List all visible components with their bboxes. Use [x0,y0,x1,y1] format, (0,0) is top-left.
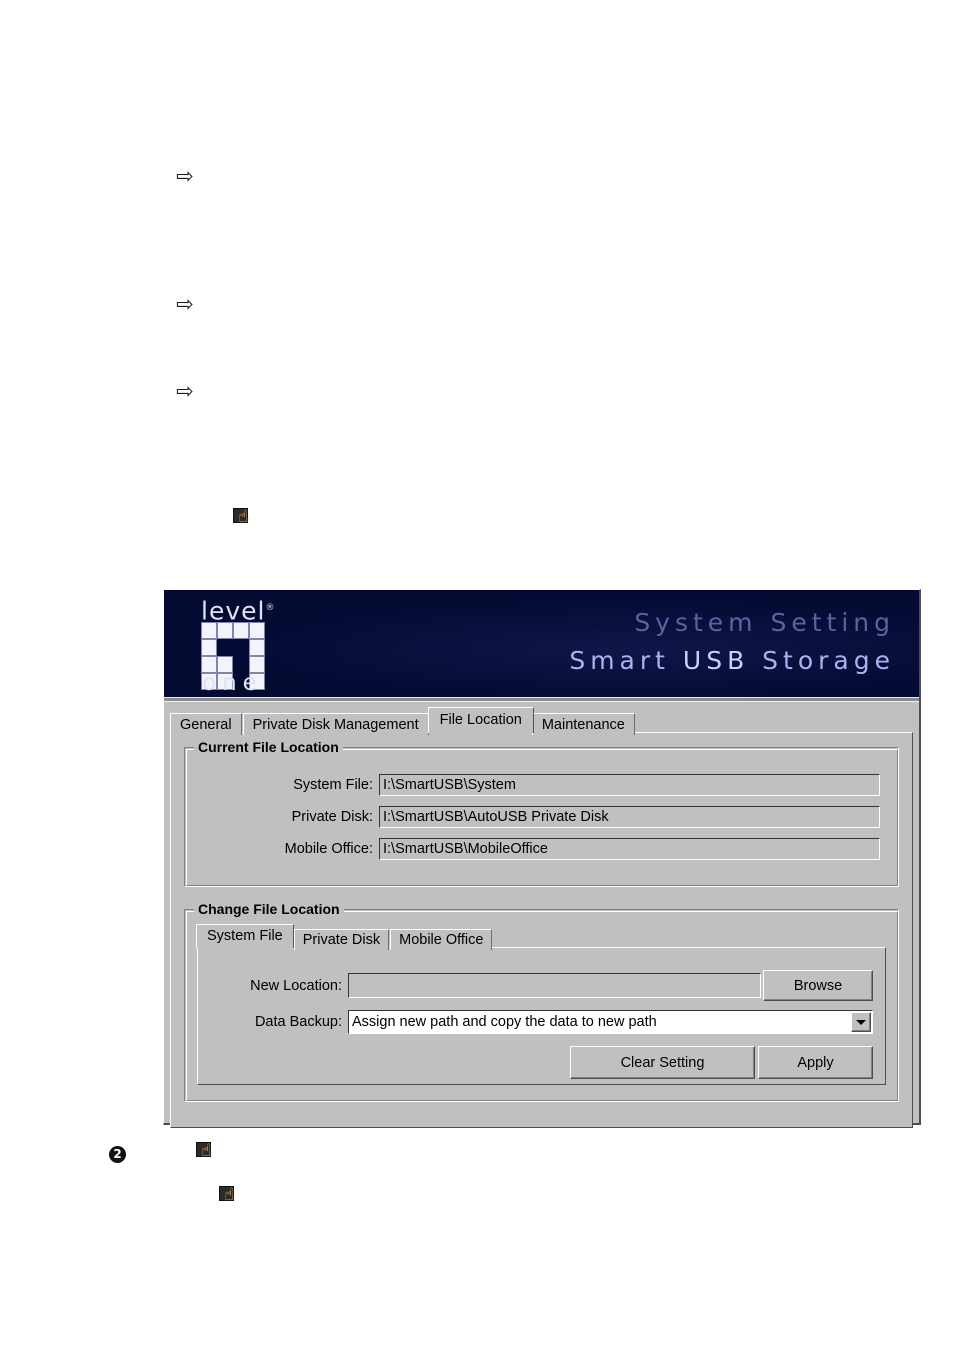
arrow-bullet-icon: ⇨ [176,379,194,403]
label-system-file: System File: [293,777,373,793]
logo-word-level: level [201,596,266,626]
chevron-down-icon[interactable] [851,1012,871,1032]
logo-cell-1-3 [249,639,265,656]
tab-maintenance[interactable]: Maintenance [531,713,635,735]
browse-button[interactable]: Browse [763,970,873,1001]
value-private-disk: I:\SmartUSB\AutoUSB Private Disk [379,806,880,828]
change-file-location-group: Change File Location System File Private… [184,901,899,1102]
data-backup-row: Data Backup: Assign new path and copy th… [198,1010,873,1034]
logo-wordmark-top: level® [201,596,275,623]
logo-cell-0-3 [249,622,265,639]
logo-cell-0-0 [201,622,217,639]
hand-cursor-glyph: ☝ [224,1185,235,1205]
label-data-backup: Data Backup: [254,1014,342,1030]
logo-cell-0-2 [233,622,249,639]
banner-subtitle-smart-usb-storage: Smart USB Storage [569,646,895,675]
tab-general[interactable]: General [170,713,242,735]
change-location-tabstrip: System File Private Disk Mobile Office [196,924,886,950]
clear-setting-button[interactable]: Clear Setting [570,1046,755,1079]
banner-subtitle-usb: USB [682,646,750,675]
tab-private-disk-management[interactable]: Private Disk Management [242,713,429,735]
data-backup-selected-value: Assign new path and copy the data to new… [352,1014,657,1030]
change-file-location-title: Change File Location [194,901,344,917]
app-banner: level® one System Setting Smart USB Stor… [164,590,919,697]
arrow-bullet-icon: ⇨ [176,164,194,188]
apply-button[interactable]: Apply [758,1046,873,1079]
current-file-location-fields: System File: I:\SmartUSB\System Private … [197,774,886,860]
field-row-mobile-office: Mobile Office: I:\SmartUSB\MobileOffice [197,838,880,860]
current-file-location-title: Current File Location [194,739,343,755]
logo-cell-1-0 [201,639,217,656]
data-backup-select[interactable]: Assign new path and copy the data to new… [348,1010,873,1034]
new-location-input[interactable] [348,973,761,998]
inner-tab-mobile-office[interactable]: Mobile Office [390,929,493,950]
levelone-logo: level® one [194,594,294,696]
hand-cursor-icon: ☝ [233,508,255,530]
label-new-location: New Location: [250,977,342,994]
hand-cursor-glyph: ☝ [201,1141,212,1161]
action-button-row: Clear Setting Apply [198,1046,873,1079]
hand-cursor-glyph: ☝ [238,507,249,527]
banner-title-block: System Setting Smart USB Storage [569,608,895,675]
hand-cursor-icon: ☝ [219,1186,241,1208]
value-mobile-office: I:\SmartUSB\MobileOffice [379,838,880,860]
system-file-change-panel: New Location: Browse Data Backup: Assign… [197,947,886,1085]
label-mobile-office: Mobile Office: [284,841,373,857]
arrow-bullet-icon: ⇨ [176,292,194,316]
file-location-panel: Current File Location System File: I:\Sm… [170,732,913,1128]
logo-cell-1-2 [233,639,249,656]
banner-subtitle-part1: Smart [569,646,683,675]
logo-cell-1-1 [217,639,233,656]
new-location-row: New Location: Browse [198,970,873,1001]
chevron-down-glyph [856,1019,866,1025]
field-row-system-file: System File: I:\SmartUSB\System [197,774,880,796]
hand-cursor-icon: ☝ [196,1142,218,1164]
tab-file-location[interactable]: File Location [427,707,534,733]
main-tab-area: General Private Disk Management File Loc… [164,702,919,1128]
registered-mark-icon: ® [265,603,276,613]
value-system-file: I:\SmartUSB\System [379,774,880,796]
step-number-badge: 2 [109,1146,126,1163]
main-tabstrip: General Private Disk Management File Loc… [170,707,913,735]
inner-tab-system-file[interactable]: System File [196,924,294,948]
logo-wordmark-bottom: one [202,670,263,696]
field-row-private-disk: Private Disk: I:\SmartUSB\AutoUSB Privat… [197,806,880,828]
current-file-location-group: Current File Location System File: I:\Sm… [184,739,899,887]
system-setting-window: level® one System Setting Smart USB Stor… [163,589,921,1128]
inner-tab-private-disk[interactable]: Private Disk [293,929,390,950]
label-private-disk: Private Disk: [291,809,373,825]
banner-title-system-setting: System Setting [634,608,895,637]
banner-subtitle-part2: Storage [749,646,895,675]
logo-cell-0-1 [217,622,233,639]
